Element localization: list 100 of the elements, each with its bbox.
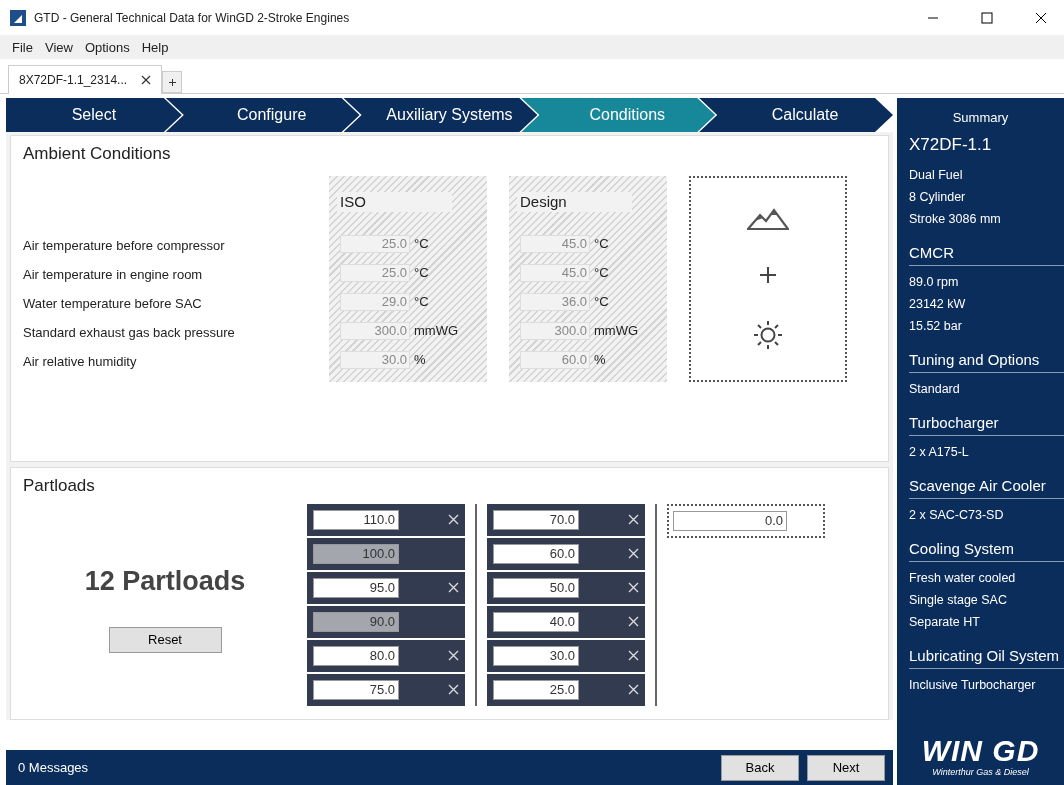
condition-label: Standard exhaust gas back pressure (23, 324, 236, 342)
column-heading: ISO (337, 192, 452, 212)
close-icon (1035, 11, 1047, 24)
close-icon (628, 514, 639, 526)
partload-count: 12 Partloads (84, 565, 246, 597)
panel-title: Ambient Conditions (23, 144, 172, 164)
summary-heading: Scavenge Air Cooler (909, 477, 1064, 499)
app-icon (10, 9, 26, 26)
plus-icon (759, 266, 777, 284)
summary-line: 8 Cylinder (909, 189, 967, 206)
unit-label: % (594, 352, 606, 367)
summary-line: 89.0 rpm (909, 274, 960, 291)
summary-title: Summary (951, 110, 1010, 125)
condition-label: Air temperature before compressor (23, 237, 226, 255)
partload-field[interactable]: 25.0 (493, 679, 579, 700)
close-icon (628, 548, 639, 560)
menu-item[interactable]: Help (135, 39, 175, 55)
remove-button[interactable] (448, 650, 459, 662)
close-icon (628, 582, 639, 594)
condition-label: Air temperature in engine room (23, 266, 204, 284)
mountain-icon (747, 208, 789, 230)
summary-heading: Lubricating Oil System (909, 647, 1064, 669)
remove-button[interactable] (628, 548, 639, 560)
remove-button[interactable] (628, 514, 639, 526)
menu-item[interactable]: File (6, 39, 39, 55)
panel-title: Partloads (23, 475, 96, 496)
summary-line: Fresh water cooled (909, 570, 1017, 587)
maximize-icon (981, 11, 993, 24)
tab-label: 8X72DF-1.1_2314... (19, 73, 128, 87)
step-tab[interactable]: Configure (165, 98, 360, 132)
column-heading: Design (517, 192, 632, 212)
document-tab[interactable]: 8X72DF-1.1_2314... (8, 65, 163, 94)
add-tab-button[interactable] (162, 71, 183, 93)
close-icon (448, 684, 459, 696)
unit-label: °C (414, 265, 429, 280)
summary-heading: Turbocharger (909, 414, 1064, 436)
unit-label: mmWG (414, 323, 459, 338)
unit-label: °C (414, 236, 429, 251)
unit-label: °C (594, 265, 609, 280)
remove-button[interactable] (448, 684, 459, 696)
summary-line: Dual Fuel (909, 167, 964, 184)
partload-field[interactable]: 70.0 (493, 509, 579, 530)
unit-label: °C (594, 236, 609, 251)
summary-heading: Tuning and Options (909, 351, 1064, 373)
summary-line: 2 x A175-L (909, 444, 970, 461)
summary-line: Stroke 3086 mm (909, 211, 1002, 228)
nav-button[interactable]: Next (807, 754, 885, 781)
summary-line: Single stage SAC (909, 592, 1008, 609)
window-title: GTD - General Technical Data for WinGD 2-Stroke Engines (34, 10, 351, 25)
partload-field[interactable]: 30.0 (493, 645, 579, 666)
close-icon (448, 650, 459, 662)
nav-button[interactable]: Back (721, 754, 799, 781)
reset-button[interactable]: Reset (108, 626, 222, 653)
summary-heading: CMCR (909, 244, 1064, 266)
step-tab[interactable]: Calculate (699, 98, 893, 132)
close-icon[interactable] (141, 75, 152, 85)
close-icon (448, 582, 459, 594)
partload-field[interactable]: 75.0 (313, 679, 399, 700)
menu-item[interactable]: View (38, 39, 79, 55)
summary-heading: Cooling System (909, 540, 1064, 562)
unit-label: °C (594, 294, 609, 309)
remove-button[interactable] (628, 650, 639, 662)
close-icon (628, 684, 639, 696)
unit-label: °C (414, 294, 429, 309)
step-tab[interactable]: Auxiliary Systems (343, 98, 538, 132)
new-partload-field[interactable]: 0.0 (673, 510, 787, 531)
summary-line: 23142 kW (909, 296, 967, 313)
summary-line: 2 x SAC-C73-SD (909, 507, 1005, 524)
close-icon (628, 650, 639, 662)
partload-field[interactable]: 60.0 (493, 543, 579, 564)
summary-line: Inclusive Turbocharger (909, 677, 1037, 694)
add-condition-area[interactable] (689, 176, 847, 382)
summary-line: 15.52 bar (909, 318, 963, 335)
remove-button[interactable] (628, 616, 639, 628)
partload-field[interactable]: 80.0 (313, 645, 399, 666)
partload-field[interactable]: 95.0 (313, 577, 399, 598)
step-tab[interactable]: Conditions (521, 98, 716, 132)
remove-button[interactable] (628, 582, 639, 594)
messages-count: 0 Messages (18, 760, 90, 775)
logo-text: WIN GD (921, 735, 1040, 767)
condition-label: Air relative humidity (23, 353, 138, 371)
step-tab[interactable]: Select (6, 98, 182, 132)
remove-button[interactable] (448, 582, 459, 594)
close-icon (448, 514, 459, 526)
close-icon (628, 616, 639, 628)
partload-field[interactable]: 40.0 (493, 611, 579, 632)
partload-field[interactable]: 110.0 (313, 509, 399, 530)
partload-field[interactable]: 50.0 (493, 577, 579, 598)
summary-line: Standard (909, 381, 961, 398)
remove-button[interactable] (448, 514, 459, 526)
menu-item[interactable]: Options (78, 39, 136, 55)
summary-line: Separate HT (909, 614, 981, 631)
plus-icon (168, 78, 176, 86)
condition-label: Water temperature before SAC (23, 295, 203, 313)
unit-label: mmWG (594, 323, 639, 338)
summary-heading: X72DF-1.1 (909, 135, 993, 156)
sun-icon (753, 320, 783, 350)
logo-subtitle: Winterthur Gas & Diesel (932, 767, 1029, 777)
remove-button[interactable] (628, 684, 639, 696)
unit-label: % (414, 352, 426, 367)
